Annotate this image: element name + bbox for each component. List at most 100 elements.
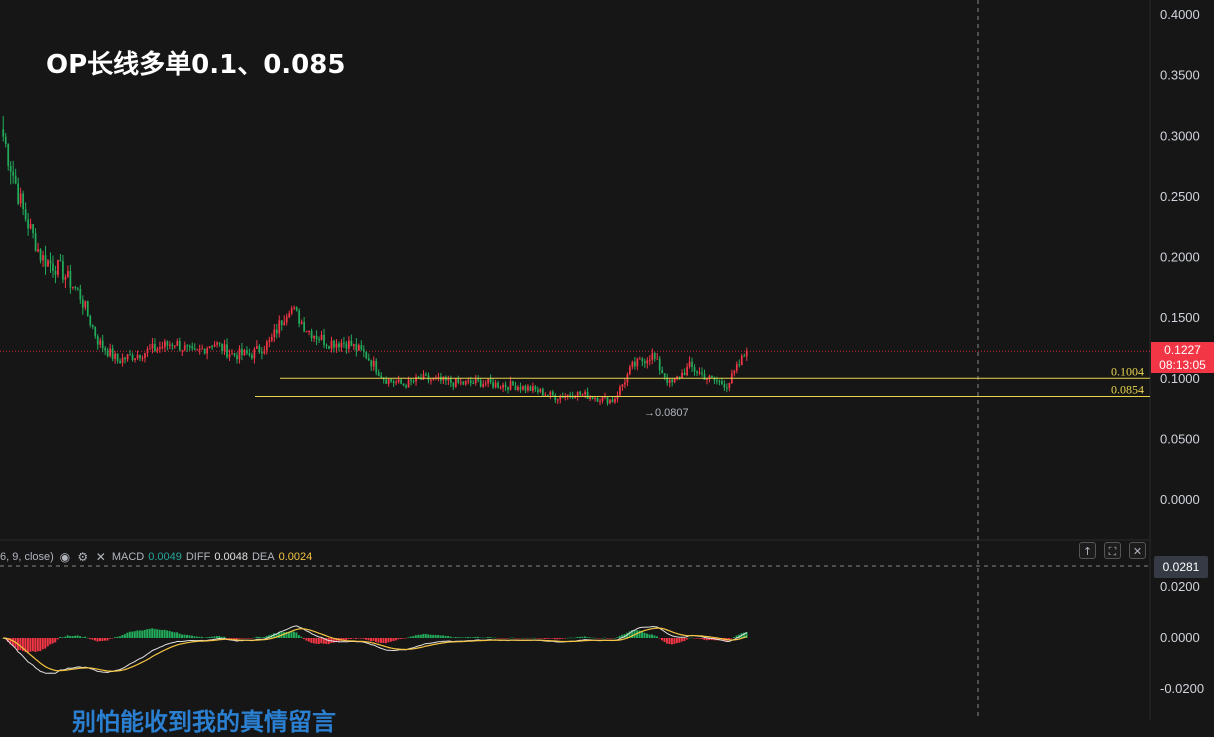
candle-body <box>738 364 741 366</box>
candle-body <box>236 355 238 360</box>
price-tick-label: 0.1500 <box>1160 310 1200 325</box>
macd-histogram-bar <box>578 636 581 638</box>
candle-body <box>619 386 621 396</box>
candle-body <box>375 360 378 373</box>
candle-body <box>248 353 251 355</box>
macd-histogram-bar <box>210 636 213 638</box>
macd-histogram-bar <box>178 633 181 638</box>
macd-histogram-bar <box>384 638 387 644</box>
price-tick-label: 0.2500 <box>1160 189 1200 204</box>
macd-histogram-bar <box>290 631 293 638</box>
macd-histogram-bar <box>576 636 579 638</box>
move-pane-up-icon[interactable]: ↑ <box>1079 542 1096 559</box>
macd-histogram-bar <box>531 637 534 639</box>
macd-histogram-bar <box>228 638 231 639</box>
macd-tick-label: -0.0200 <box>1160 681 1204 696</box>
price-tick-label: 0.2000 <box>1160 250 1200 265</box>
candle-body <box>320 334 323 340</box>
candle-body <box>96 336 99 345</box>
candle-body <box>52 263 54 271</box>
macd-histogram-bar <box>173 632 176 638</box>
candle-body <box>392 381 395 383</box>
macd-histogram-bar <box>379 638 382 643</box>
macd-histogram-bar <box>551 638 554 639</box>
macd-histogram-bar <box>188 635 191 638</box>
macd-histogram-bar <box>94 638 96 641</box>
macd-tick-label: 0.0200 <box>1160 579 1200 594</box>
candle-body <box>273 329 276 338</box>
price-tick-label: 0.4000 <box>1160 7 1200 22</box>
candle-body <box>449 378 452 383</box>
candle-body <box>447 378 450 381</box>
macd-histogram-bar <box>31 638 34 652</box>
macd-histogram-bar <box>511 637 514 639</box>
macd-histogram-bar <box>546 638 549 639</box>
macd-histogram-bar <box>260 637 263 638</box>
candle-body <box>9 165 12 172</box>
macd-histogram-bar <box>504 638 507 639</box>
candle-body <box>658 358 661 371</box>
eye-icon[interactable]: ◉ <box>58 550 72 564</box>
macd-histogram-bar <box>230 638 233 639</box>
candle-body <box>151 344 154 349</box>
candle-body <box>124 357 126 360</box>
candle-body <box>146 348 149 353</box>
macd-histogram-bar <box>29 638 32 652</box>
candle-body <box>489 378 492 383</box>
candle-body <box>484 383 487 385</box>
candle-body <box>238 348 241 360</box>
macd-histogram-bar <box>64 636 67 638</box>
candle-body <box>42 255 44 261</box>
candle-body <box>183 345 186 350</box>
candle-body <box>718 381 721 383</box>
macd-histogram-bar <box>36 638 39 652</box>
macd-histogram-bar <box>447 636 450 638</box>
macd-histogram-bar <box>126 632 129 638</box>
candle-body <box>430 379 432 381</box>
candle-body <box>487 378 490 384</box>
macd-histogram-bar <box>698 638 701 639</box>
macd-histogram-bar <box>613 637 616 639</box>
candle-body <box>457 378 460 383</box>
candle-body <box>213 344 216 347</box>
candle-body <box>208 346 211 349</box>
macd-histogram-bar <box>549 638 552 639</box>
candle-body <box>477 379 480 381</box>
candle-body <box>499 387 502 389</box>
macd-histogram-bar <box>693 638 696 639</box>
macd-histogram-bar <box>464 637 467 638</box>
candle-body <box>648 359 651 361</box>
macd-histogram-bar <box>248 638 251 639</box>
macd-histogram-bar <box>138 630 141 638</box>
macd-histogram-bar <box>66 635 69 638</box>
candle-body <box>400 379 402 384</box>
macd-histogram-bar <box>166 630 169 638</box>
price-chart[interactable]: 0.10040.0854→0.0807 0.40000.35000.30000.… <box>0 0 1214 720</box>
macd-histogram-bar <box>690 637 693 639</box>
candle-body <box>721 381 723 385</box>
candle-body <box>156 348 159 351</box>
candle-body <box>566 394 569 397</box>
close-icon[interactable]: ✕ <box>94 550 108 564</box>
macd-histogram-bar <box>559 638 562 639</box>
candle-body <box>186 345 189 347</box>
macd-histogram-bar <box>526 637 529 639</box>
macd-histogram-bar <box>218 635 221 638</box>
candle-body <box>362 349 365 352</box>
macd-histogram-bar <box>375 638 377 642</box>
candle-body <box>365 351 368 359</box>
candle-body <box>64 276 67 280</box>
macd-histogram-bar <box>554 638 557 640</box>
candle-body <box>2 129 5 137</box>
close-pane-icon[interactable]: ✕ <box>1129 542 1146 559</box>
macd-histogram-bar <box>733 637 736 638</box>
candle-body <box>459 382 462 384</box>
candle-body <box>653 353 656 359</box>
settings-icon[interactable]: ⚙ <box>76 550 90 564</box>
candle-body <box>109 348 112 357</box>
maximize-pane-icon[interactable]: ⛶ <box>1104 542 1121 559</box>
candle-body <box>67 271 69 277</box>
candle-body <box>360 345 363 350</box>
macd-histogram-bar <box>365 638 368 640</box>
macd-histogram-bar <box>307 638 310 642</box>
